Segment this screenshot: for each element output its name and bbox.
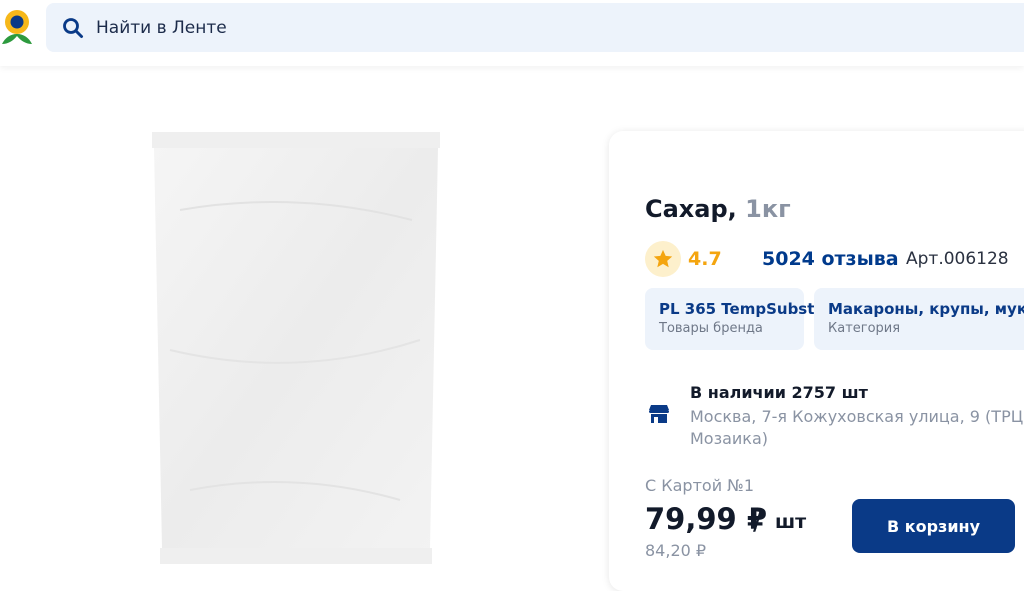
category-chip-title: Макароны, крупы, мука (828, 300, 1024, 318)
product-title: Сахар, 1кг (645, 195, 791, 223)
product-name: Сахар, (645, 195, 737, 223)
stock-status: В наличии 2757 шт (690, 383, 868, 402)
reviews-link[interactable]: 5024 отзыва (762, 248, 899, 270)
search-icon[interactable] (62, 17, 84, 39)
brand-chip[interactable]: PL 365 TempSubst Товары бренда (645, 288, 814, 350)
rating-value: 4.7 (688, 248, 722, 270)
search-bar[interactable]: Найти в Ленте (46, 3, 1024, 52)
product-weight: 1кг (745, 195, 791, 223)
store-address[interactable]: Москва, 7-я Кожуховская улица, 9 (ТРЦ Мо… (690, 406, 1024, 450)
store-icon (649, 405, 669, 423)
loyalty-card-label: С Картой №1 (645, 476, 754, 495)
sunflower-logo-icon[interactable] (0, 9, 34, 47)
brand-chip-subtitle: Товары бренда (659, 321, 763, 336)
price-unit: шт (775, 511, 807, 533)
brand-chip-title: PL 365 TempSubst (659, 300, 815, 318)
product-image (150, 130, 442, 566)
category-chip-subtitle: Категория (828, 321, 901, 336)
site-header: Найти в Ленте (0, 0, 1024, 66)
star-icon (653, 249, 673, 268)
card-price: 79,99 ₽ (645, 502, 768, 536)
article-number: Арт.006128 (906, 249, 1009, 269)
regular-price: 84,20 ₽ (645, 541, 707, 560)
price-separator: / (753, 503, 763, 536)
add-to-cart-button[interactable]: В корзину (852, 499, 1015, 553)
category-chip[interactable]: Макароны, крупы, мука Категория (814, 288, 1024, 350)
search-input[interactable]: Найти в Ленте (96, 18, 227, 38)
rating-badge (645, 241, 681, 277)
